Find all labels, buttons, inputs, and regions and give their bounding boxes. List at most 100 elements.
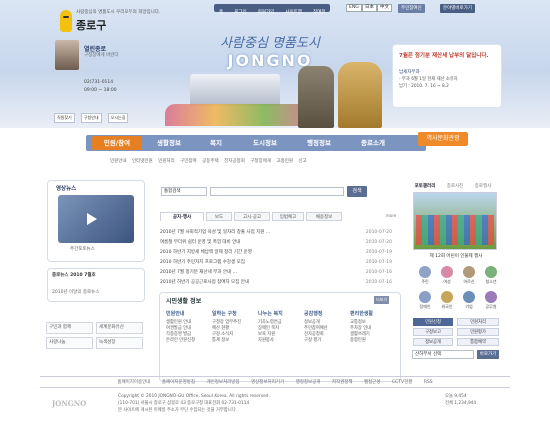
tab-legislation[interactable]: 입법예고 — [272, 212, 304, 221]
info-column-heading[interactable]: 편리한생활 — [350, 310, 395, 317]
list-item[interactable]: 2010년 7월 정기분 재산세 부과 안내 ... 2010-07-16 — [160, 268, 400, 277]
footer-link[interactable]: CCTV현황 — [392, 380, 412, 385]
notice-popup[interactable]: 7월은 정기분 재산세 납부의 달입니다. 납세자무과 - 부과 6월 1일 현… — [392, 44, 502, 108]
resident-participation-button[interactable]: 주민참여신 — [398, 4, 425, 13]
news-title[interactable]: 2010 하반기 지방세 체납액 일제 정리 기간 운영 — [160, 250, 252, 255]
menu-admin-info[interactable]: 행정정보 — [294, 136, 344, 150]
info-link[interactable]: 종합민원 — [350, 338, 395, 344]
top-nav-home[interactable]: 홈 — [216, 9, 226, 17]
site-logo[interactable]: 종로구 — [76, 17, 106, 33]
menu-city-info[interactable]: 도시정보 — [240, 136, 290, 150]
news-title[interactable]: 2010년 7월 정기분 재산세 부과 안내 ... — [160, 270, 237, 275]
submenu-item[interactable]: 전자공청회 — [224, 159, 245, 164]
info-link[interactable]: 자원봉사 — [258, 338, 303, 344]
audience-link[interactable]: 장애인 — [414, 291, 436, 313]
banner-link[interactable]: 사랑나눔 — [46, 337, 93, 349]
service-button[interactable]: 정보공개 — [413, 338, 453, 346]
info-link[interactable]: 온라인 민원신청 — [166, 338, 211, 344]
menu-about[interactable]: 종로소개 — [348, 136, 398, 150]
footer-link[interactable]: 저작권정책 — [332, 380, 353, 385]
tab-announcements[interactable]: 고시·공고 — [234, 212, 270, 221]
top-nav-join[interactable]: 회원가입 — [255, 9, 278, 17]
news-more-link[interactable]: more — [386, 213, 396, 218]
list-item[interactable]: 2010 하반기 주민자치 프로그램 수강생 모집 2010-07-19 — [160, 258, 400, 267]
submenu-item[interactable]: 민원처리 — [158, 159, 175, 164]
audience-link[interactable]: 기업 — [458, 291, 480, 313]
submenu-item[interactable]: 고충민원 — [276, 159, 293, 164]
audience-link[interactable]: 어르신 — [458, 266, 480, 288]
service-button[interactable]: 민원처리 — [457, 318, 499, 326]
top-nav-participate[interactable]: 참여정 — [310, 9, 328, 17]
photo-caption[interactable]: 제 12회 어린이 인물제 행사 — [413, 253, 499, 259]
footer-link[interactable]: 영상정보처리기기 — [251, 380, 284, 385]
audience-link[interactable]: 외국인 — [436, 291, 458, 313]
mayor-subtitle[interactable]: 구청장에게 바란다 — [84, 53, 119, 59]
audience-link[interactable]: 공무원 — [480, 291, 502, 313]
lang-english-button[interactable]: ENG — [346, 4, 362, 12]
audience-link[interactable]: 주민 — [414, 266, 436, 288]
footer-link[interactable]: RSS — [424, 380, 433, 385]
list-item[interactable]: 2010년 하반기 공공근로사업 참여자 모집 안내 2010-07-16 — [160, 278, 400, 287]
submenu-item[interactable]: 구민참여 — [180, 159, 197, 164]
banner-link[interactable]: 세계문화유산 — [96, 322, 143, 334]
service-button[interactable]: 구정보고 — [413, 328, 453, 336]
tab-photo-gallery[interactable]: 포토갤러리 — [410, 183, 440, 191]
info-column-heading[interactable]: 공감행정 — [304, 310, 349, 317]
banner-link[interactable]: 녹색성장 — [96, 337, 143, 349]
magazine-subtitle[interactable]: 2010년 이달의 종로뉴스 — [52, 290, 99, 296]
department-select[interactable]: 산하부서 선택 — [412, 350, 474, 359]
video-caption[interactable]: 주간포토뉴스 — [70, 247, 95, 253]
logo-mark-icon[interactable] — [60, 10, 72, 32]
video-news-title[interactable]: 영상뉴스 — [56, 184, 76, 192]
audience-link[interactable]: 청소년 — [480, 266, 502, 288]
service-button[interactable]: 민원신청 — [413, 318, 453, 326]
tab-jongno-events[interactable]: 종로행사 — [470, 183, 496, 191]
menu-life-info[interactable]: 생활정보 — [146, 136, 192, 150]
lang-chinese-button[interactable]: 中文 — [377, 4, 392, 12]
top-nav-login[interactable]: 로그인 — [231, 9, 249, 17]
footer-link[interactable]: 홈페이지운영방침 — [162, 380, 195, 385]
tab-recruitment[interactable]: 채용정보 — [306, 212, 342, 221]
footer-link[interactable]: 웹접근성 — [364, 380, 381, 385]
list-item[interactable]: 2010 하반기 지방세 체납액 일제 정리 기간 운영 2010-07-19 — [160, 248, 400, 257]
list-item[interactable]: 여름철 무더위 쉼터 운영 및 폭염 대비 안내 2010-07-20 — [160, 238, 400, 247]
footer-link[interactable]: 행정정보공개 — [296, 380, 321, 385]
tab-press[interactable]: 보도 — [206, 212, 232, 221]
search-scope-select[interactable]: 통합검색 — [161, 187, 207, 196]
info-link[interactable]: 구정 평가 — [304, 338, 349, 344]
menu-culture-tourism[interactable]: 역사문화관광 — [418, 132, 468, 146]
list-item[interactable]: 2010년 7월 사회적기업 육성 및 일자리 창출 사업 지원 ... 2010… — [160, 228, 400, 237]
footer-link[interactable]: 개인정보처리방침 — [206, 380, 239, 385]
notice-headline[interactable]: 7월은 정기분 재산세 납부의 달입니다. — [399, 51, 499, 59]
news-title[interactable]: 2010 하반기 주민자치 프로그램 수강생 모집 — [160, 260, 245, 265]
audience-link[interactable]: 여성 — [436, 266, 458, 288]
mayor-title[interactable]: 열린종로 — [84, 44, 106, 53]
directions-button[interactable]: 오시는길 — [107, 113, 129, 123]
submenu-item[interactable]: 인터넷민원 — [132, 159, 153, 164]
magazine-title[interactable]: 종로뉴스 2010 7월호 — [52, 273, 96, 279]
category-shortcut-button[interactable]: 분야별바로가기 — [440, 4, 475, 13]
lang-japanese-button[interactable]: 日本 — [362, 4, 377, 12]
menu-welfare[interactable]: 복지 — [196, 136, 236, 150]
office-guide-button[interactable]: 구청안내 — [80, 113, 102, 123]
news-title[interactable]: 2010년 하반기 공공근로사업 참여자 모집 안내 — [160, 280, 249, 285]
tab-jongno-photos[interactable]: 종로사진 — [442, 183, 468, 191]
department-go-button[interactable]: 바로가기 — [477, 350, 499, 359]
civic-info-more-button[interactable]: 더보기 — [374, 296, 390, 304]
menu-civil[interactable]: 민원/참여 — [92, 136, 142, 150]
tab-notice-events[interactable]: 공지·행사 — [160, 212, 204, 221]
news-title[interactable]: 2010년 7월 사회적기업 육성 및 일자리 창출 사업 지원 ... — [160, 230, 270, 235]
top-nav-sitemap[interactable]: 사이트맵 — [282, 9, 305, 17]
service-button[interactable]: 통합예약 — [457, 338, 499, 346]
info-column-heading[interactable]: 일하는 구청 — [212, 310, 257, 317]
submenu-item[interactable]: 공동주택 — [202, 159, 219, 164]
submenu-item[interactable]: 민원안내 — [110, 159, 127, 164]
submenu-item[interactable]: 신고 — [298, 159, 306, 164]
staff-search-button[interactable]: 직원찾기 — [54, 113, 75, 123]
search-button[interactable]: 검색 — [347, 186, 367, 197]
news-title[interactable]: 여름철 무더위 쉼터 운영 및 폭염 대비 안내 — [160, 240, 240, 245]
info-column-heading[interactable]: 나누는 복지 — [258, 310, 303, 317]
info-column-heading[interactable]: 민원안내 — [166, 310, 211, 317]
service-button[interactable]: 민원평가 — [457, 328, 499, 336]
banner-link[interactable]: 구민과 함께 — [46, 322, 93, 334]
